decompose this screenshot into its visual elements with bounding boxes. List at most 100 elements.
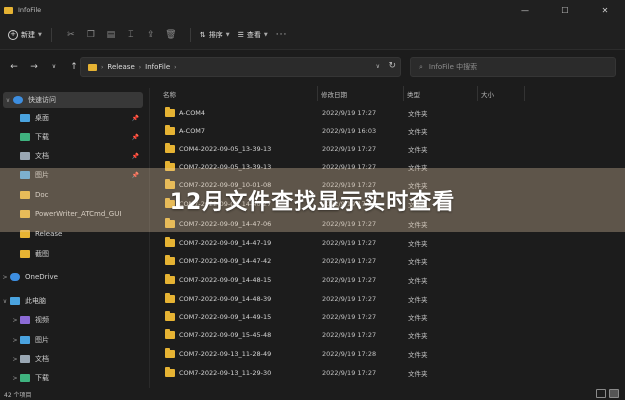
file-row[interactable]: COM4-2022-09-05_13-39-13 2022/9/19 17:27… [160, 140, 460, 157]
large-icons-view-button[interactable] [609, 389, 619, 398]
chevron-right-icon[interactable]: > [10, 375, 20, 382]
paste-button[interactable]: ▤ [101, 26, 121, 44]
file-row[interactable]: COM7-2022-09-09_14-49-15 2022/9/19 17:27… [160, 308, 460, 325]
delete-button[interactable]: 🗑 [161, 26, 181, 44]
search-input[interactable]: ⌕ InfoFile 中搜索 [410, 57, 616, 77]
file-type: 文件夹 [408, 145, 428, 154]
cut-button[interactable]: ✂ [61, 26, 81, 44]
view-label: 查看 [246, 30, 261, 39]
share-button[interactable]: ⇪ [141, 26, 161, 44]
sidebar-item-screenshots[interactable]: 截图 [0, 246, 145, 262]
address-bar[interactable]: › Release › InfoFile › ∨ ↻ [80, 57, 401, 77]
refresh-button[interactable]: ↻ [388, 61, 396, 71]
folder-icon [165, 310, 175, 321]
sidebar-item-desktop[interactable]: 桌面 📌 [0, 110, 145, 126]
sidebar-item-label: 此电脑 [25, 297, 46, 305]
sidebar-item-quick-access[interactable]: ∨ 快速访问 [3, 92, 143, 108]
file-row[interactable]: COM7-2022-09-09_14-47-42 2022/9/19 17:27… [160, 252, 460, 269]
column-header-type[interactable]: 类型 [403, 86, 477, 101]
file-row[interactable]: COM7-2022-09-13_11-29-30 2022/9/19 17:27… [160, 364, 460, 381]
file-row[interactable]: A-COM4 2022/9/19 17:27 文件夹 [160, 104, 460, 121]
breadcrumb-release[interactable]: Release [107, 63, 134, 71]
file-name: COM7-2022-09-09_14-47-19 [179, 238, 272, 247]
file-name: A-COM4 [179, 108, 206, 117]
view-button[interactable]: ☰ 查看 ▼ [238, 30, 268, 40]
file-name: COM4-2022-09-05_13-39-13 [179, 144, 272, 153]
chevron-down-icon[interactable]: ∨ [3, 97, 13, 104]
document-icon [20, 152, 30, 160]
chevron-down-icon: ∨ [51, 63, 57, 70]
address-history-button[interactable]: ∨ [376, 63, 380, 70]
file-date: 2022/9/19 17:27 [322, 275, 377, 284]
breadcrumb-infofile[interactable]: InfoFile [145, 63, 170, 71]
sidebar-item-onedrive[interactable]: > OneDrive [0, 269, 145, 285]
item-count: 42 个项目 [4, 391, 32, 399]
sidebar-item-label: 文档 [35, 355, 49, 363]
chevron-right-icon[interactable]: > [10, 337, 20, 344]
chevron-right-icon[interactable]: > [0, 274, 10, 281]
file-date: 2022/9/19 17:27 [322, 330, 377, 339]
picture-icon [20, 336, 30, 344]
navigation-bar: ← → ∨ ↑ › Release › InfoFile › ∨ ↻ ⌕ Inf… [0, 50, 625, 83]
sidebar-item-this-pc[interactable]: ∨ 此电脑 [0, 293, 145, 309]
chevron-down-icon: ▼ [263, 31, 268, 38]
back-button[interactable]: ← [4, 57, 24, 77]
new-button[interactable]: + 新建 ▼ [8, 29, 42, 40]
file-type: 文件夹 [408, 350, 428, 359]
file-row[interactable]: COM7-2022-09-09_15-45-48 2022/9/19 17:27… [160, 326, 460, 343]
file-row[interactable]: COM7-2022-09-09_14-48-15 2022/9/19 17:27… [160, 271, 460, 288]
sort-icon: ⇅ [199, 30, 206, 39]
trash-icon: 🗑 [165, 29, 177, 40]
chevron-right-icon: › [101, 63, 104, 71]
file-row[interactable]: A-COM7 2022/9/19 16:03 文件夹 [160, 122, 460, 139]
file-row[interactable]: COM7-2022-09-09_14-48-39 2022/9/19 17:27… [160, 290, 460, 307]
folder-icon [165, 347, 175, 358]
close-button[interactable]: ✕ [585, 0, 625, 20]
folder-icon [165, 292, 175, 303]
column-header-name[interactable]: 名称 [160, 86, 317, 101]
new-label: 新建 [21, 30, 35, 39]
column-header-date[interactable]: 修改日期 [317, 86, 403, 101]
chevron-down-icon[interactable]: ∨ [0, 298, 10, 305]
forward-button[interactable]: → [24, 57, 44, 77]
rename-button[interactable]: ⌶ [121, 26, 141, 44]
sidebar-item-downloads[interactable]: 下载 📌 [0, 129, 145, 145]
cloud-icon [10, 273, 20, 281]
sidebar-item-pc-documents[interactable]: > 文档 [0, 351, 145, 367]
copy-button[interactable]: ❐ [81, 26, 101, 44]
chevron-right-icon[interactable]: > [10, 317, 20, 324]
sort-button[interactable]: ⇅ 排序 ▼ [200, 30, 230, 40]
download-icon [20, 374, 30, 382]
minimize-button[interactable]: — [505, 0, 545, 20]
sidebar-item-label: OneDrive [25, 273, 58, 281]
file-type: 文件夹 [408, 369, 428, 378]
file-name: COM7-2022-09-09_15-45-48 [179, 330, 272, 339]
details-view-button[interactable] [596, 389, 606, 398]
document-icon [20, 355, 30, 363]
pin-icon: 📌 [131, 133, 139, 141]
sidebar-item-documents[interactable]: 文档 📌 [0, 148, 145, 164]
recent-locations-button[interactable]: ∨ [44, 57, 64, 77]
maximize-button[interactable]: ☐ [545, 0, 585, 20]
more-options-button[interactable]: ··· [276, 30, 288, 40]
search-icon: ⌕ [419, 62, 423, 71]
star-icon [13, 96, 23, 104]
folder-app-icon [4, 6, 13, 14]
file-name: COM7-2022-09-09_14-48-39 [179, 294, 272, 303]
chevron-right-icon: › [138, 63, 142, 71]
file-name: A-COM7 [179, 126, 206, 135]
sidebar-item-label: 桌面 [35, 114, 49, 122]
chevron-right-icon: › [174, 63, 177, 71]
chevron-right-icon[interactable]: > [10, 356, 20, 363]
overlay-title: 12月文件查找显示实时查看 [169, 190, 456, 215]
file-row[interactable]: COM7-2022-09-13_11-28-49 2022/9/19 17:28… [160, 345, 460, 362]
sidebar-item-videos[interactable]: > 视频 [0, 312, 145, 328]
share-icon: ⇪ [147, 29, 155, 40]
column-header-size[interactable]: 大小 [477, 86, 525, 101]
folder-icon [165, 273, 175, 284]
search-placeholder: InfoFile 中搜索 [428, 63, 478, 71]
sidebar-item-pc-pictures[interactable]: > 图片 [0, 332, 145, 348]
file-row[interactable]: COM7-2022-09-09_14-47-19 2022/9/19 17:27… [160, 234, 460, 251]
sidebar-item-pc-downloads[interactable]: > 下载 [0, 370, 145, 386]
sidebar-item-label: 文档 [35, 152, 49, 160]
